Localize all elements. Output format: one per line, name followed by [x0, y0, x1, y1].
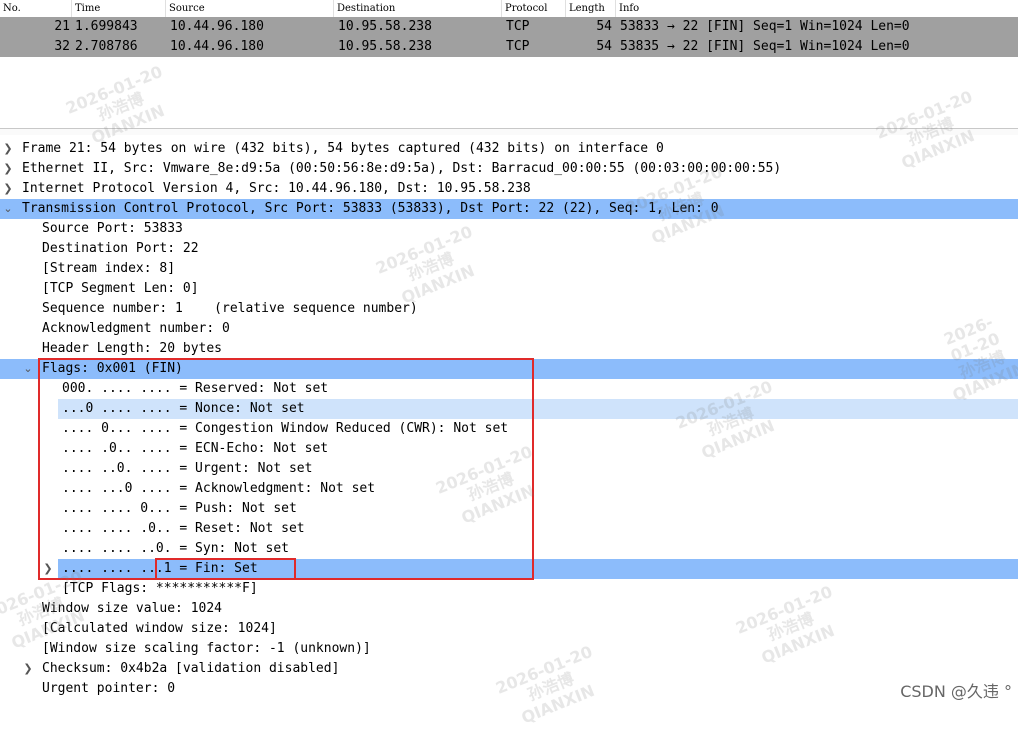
packet-destination: 10.95.58.238 [338, 39, 432, 54]
packet-protocol: TCP [506, 19, 530, 34]
chevron-right-icon[interactable]: ❯ [22, 659, 34, 679]
tree-item-label: Urgent pointer: 0 [42, 681, 176, 696]
tree-item-urgent-pointer[interactable]: Urgent pointer: 0 [0, 679, 1018, 699]
tree-item-label: Source Port: 53833 [42, 221, 183, 236]
tree-item-label: Ethernet II, Src: Vmware_8e:d9:5a (00:50… [22, 161, 782, 176]
column-header-protocol[interactable]: Protocol [502, 0, 566, 17]
fin-annotation-box [155, 558, 296, 580]
packet-protocol: TCP [506, 39, 530, 54]
pane-splitter[interactable] [0, 128, 1018, 135]
packet-info: 53833 → 22 [FIN] Seq=1 Win=1024 Len=0 [620, 19, 910, 34]
brand-credit: CSDN @久违 ° [900, 682, 1012, 701]
packet-list-header: No. Time Source Destination Protocol Len… [0, 0, 1018, 18]
tree-item-label: Transmission Control Protocol, Src Port:… [22, 201, 719, 216]
column-header-time[interactable]: Time [72, 0, 166, 17]
tree-item-tcp[interactable]: ⌄ Transmission Control Protocol, Src Por… [0, 199, 1018, 219]
tree-item-label: Window size value: 1024 [42, 601, 223, 616]
chevron-right-icon[interactable]: ❯ [2, 139, 14, 159]
tree-item-window-scaling[interactable]: [Window size scaling factor: -1 (unknown… [0, 639, 1018, 659]
tree-item-stream-index[interactable]: [Stream index: 8] [0, 259, 1018, 279]
tree-item-ipv4[interactable]: ❯ Internet Protocol Version 4, Src: 10.4… [0, 179, 1018, 199]
packet-row[interactable]: 32 2.708786 10.44.96.180 10.95.58.238 TC… [0, 37, 1018, 57]
packet-time: 1.699843 [75, 19, 138, 34]
tree-item-label: Header Length: 20 bytes [42, 341, 223, 356]
tree-item-window-size[interactable]: Window size value: 1024 [0, 599, 1018, 619]
packet-details-tree: ❯ Frame 21: 54 bytes on wire (432 bits),… [0, 139, 1018, 708]
packet-length: 54 [596, 39, 612, 54]
packet-destination: 10.95.58.238 [338, 19, 432, 34]
tree-item-segment-len[interactable]: [TCP Segment Len: 0] [0, 279, 1018, 299]
column-header-destination[interactable]: Destination [334, 0, 502, 17]
column-header-no[interactable]: No. [0, 0, 72, 17]
column-header-info[interactable]: Info [616, 0, 1018, 17]
flags-annotation-box [38, 358, 534, 580]
packet-source: 10.44.96.180 [170, 39, 264, 54]
packet-no: 32 [54, 39, 70, 54]
tree-item-label: Sequence number: 1 (relative sequence nu… [42, 301, 418, 316]
chevron-right-icon[interactable]: ❯ [2, 179, 14, 199]
tree-item-header-length[interactable]: Header Length: 20 bytes [0, 339, 1018, 359]
tree-item-label: [TCP Segment Len: 0] [42, 281, 199, 296]
tree-item-label: Internet Protocol Version 4, Src: 10.44.… [22, 181, 531, 196]
tree-item-label: Acknowledgment number: 0 [42, 321, 230, 336]
column-header-length[interactable]: Length [566, 0, 616, 17]
tree-item-sequence-number[interactable]: Sequence number: 1 (relative sequence nu… [0, 299, 1018, 319]
tree-item-label: [Calculated window size: 1024] [42, 621, 277, 636]
tree-item-ack-number[interactable]: Acknowledgment number: 0 [0, 319, 1018, 339]
tree-item-tcp-flags[interactable]: [TCP Flags: ***********F] [0, 579, 1018, 599]
packet-row[interactable]: 21 1.699843 10.44.96.180 10.95.58.238 TC… [0, 17, 1018, 37]
chevron-down-icon[interactable]: ⌄ [2, 199, 14, 219]
tree-item-label: [Window size scaling factor: -1 (unknown… [42, 641, 371, 656]
chevron-down-icon[interactable]: ⌄ [22, 359, 34, 379]
tree-item-label: [TCP Flags: ***********F] [62, 581, 258, 596]
tree-item-label: Frame 21: 54 bytes on wire (432 bits), 5… [22, 141, 664, 156]
tree-item-ethernet[interactable]: ❯ Ethernet II, Src: Vmware_8e:d9:5a (00:… [0, 159, 1018, 179]
tree-item-frame[interactable]: ❯ Frame 21: 54 bytes on wire (432 bits),… [0, 139, 1018, 159]
tree-item-label: [Stream index: 8] [42, 261, 176, 276]
tree-item-source-port[interactable]: Source Port: 53833 [0, 219, 1018, 239]
tree-item-label: Destination Port: 22 [42, 241, 199, 256]
packet-info: 53835 → 22 [FIN] Seq=1 Win=1024 Len=0 [620, 39, 910, 54]
packet-source: 10.44.96.180 [170, 19, 264, 34]
packet-time: 2.708786 [75, 39, 138, 54]
packet-no: 21 [54, 19, 70, 34]
column-header-source[interactable]: Source [166, 0, 334, 17]
tree-item-calc-window[interactable]: [Calculated window size: 1024] [0, 619, 1018, 639]
chevron-right-icon[interactable]: ❯ [2, 159, 14, 179]
tree-item-checksum[interactable]: ❯ Checksum: 0x4b2a [validation disabled] [0, 659, 1018, 679]
tree-item-destination-port[interactable]: Destination Port: 22 [0, 239, 1018, 259]
tree-item-label: Checksum: 0x4b2a [validation disabled] [42, 661, 340, 676]
packet-length: 54 [596, 19, 612, 34]
